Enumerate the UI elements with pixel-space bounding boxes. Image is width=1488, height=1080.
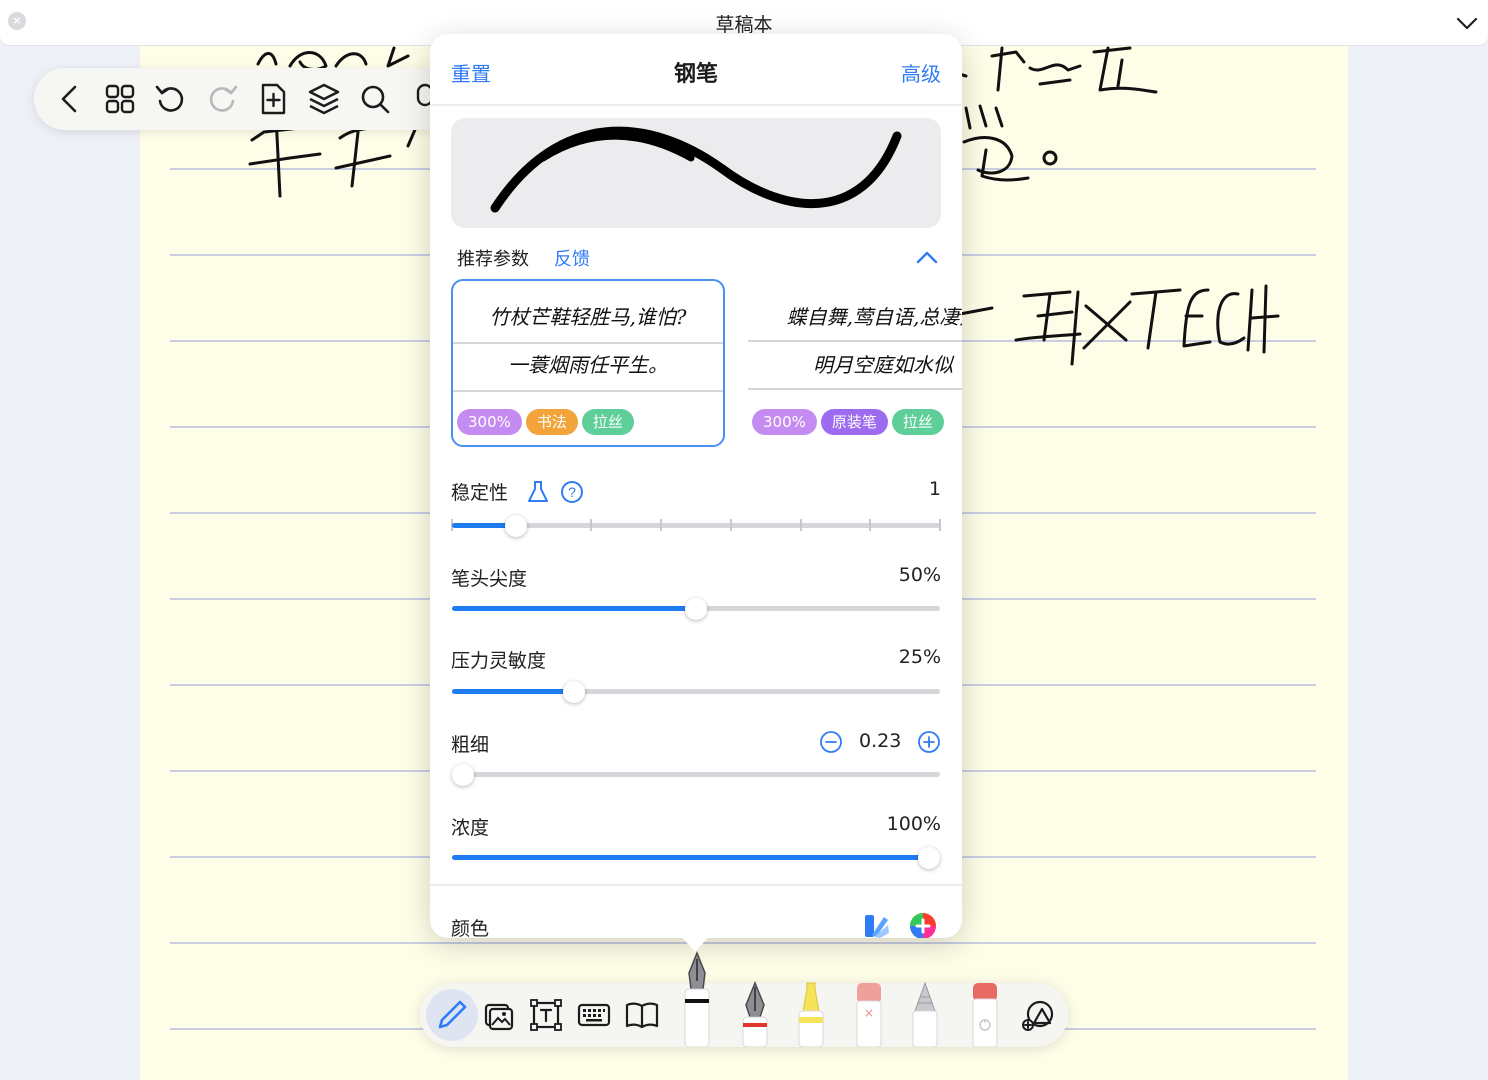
recommended-params-label: 推荐参数 [457,249,529,270]
thickness-value: 0.23 [859,730,902,752]
popover-header: 重置 钢笔 高级 [430,34,962,106]
grid-icon[interactable] [102,81,138,117]
thickness-knob[interactable] [452,764,474,786]
stability-value: 1 [928,478,941,500]
opacity-slider[interactable] [452,847,940,869]
tool-dock: × [420,951,1068,1047]
chevron-up-icon[interactable] [914,246,940,268]
stability-knob[interactable] [505,515,527,537]
help-icon[interactable]: ? [560,480,584,504]
fountain-pen-tool[interactable] [682,951,712,1047]
stroke-preview [451,118,941,228]
opacity-knob[interactable] [918,847,940,869]
pressure-sensitivity-value: 25% [898,646,941,668]
shapes-icon[interactable] [1018,995,1058,1035]
image-icon[interactable] [478,995,518,1035]
back-icon[interactable] [52,81,88,117]
pencil-tool[interactable] [910,981,940,1047]
undo-icon[interactable] [153,81,189,117]
increase-icon[interactable] [917,730,941,754]
thickness-slider[interactable] [452,764,940,786]
tip-sharpness-value: 50% [898,564,941,586]
color-wheel-icon[interactable] [908,911,938,938]
section-divider [430,884,962,886]
redo-icon[interactable] [204,81,240,117]
svg-text:?: ? [568,484,576,500]
pen-settings-popover: 重置 钢笔 高级 推荐参数 反馈 竹杖芒鞋轻胜马,谁怕? 一蓑烟雨任平生。 30… [430,34,962,938]
color-palette-icon[interactable] [862,911,890,938]
pen-title: 钢笔 [673,62,718,87]
preset-tags: 300% 原装笔 拉丝 [752,409,948,437]
pressure-sensitivity-fill [452,689,574,694]
stability-tick [730,519,732,531]
stability-tick [590,519,592,531]
preset-card-original[interactable]: 蝶自舞,莺自语,总凄然 明月空庭如水似 300% 原装笔 拉丝 [746,279,962,447]
svg-text:×: × [864,1006,874,1020]
stability-tick [869,519,871,531]
text-box-icon[interactable] [526,995,566,1035]
keyboard-icon[interactable] [574,995,614,1035]
preset-sample-line: 明月空庭如水似 [813,353,953,377]
preset-sample-line: 竹杖芒鞋轻胜马,谁怕? [489,305,687,329]
tip-sharpness-fill [452,606,696,611]
color-label: 颜色 [451,918,490,938]
stability-tick [660,519,662,531]
stability-tick [939,519,941,531]
stability-label: 稳定性 [451,482,509,504]
preset-card-calligraphy[interactable]: 竹杖芒鞋轻胜马,谁怕? 一蓑烟雨任平生。 300% 书法 拉丝 [451,279,725,447]
eraser-tool[interactable]: × [854,981,884,1047]
popover-pointer [679,934,711,952]
feedback-link[interactable]: 反馈 [554,245,590,271]
book-icon[interactable] [622,995,662,1035]
preset-sample-line: 蝶自舞,莺自语,总凄然 [786,305,962,329]
lasso-tool[interactable] [970,981,1000,1047]
pressure-sensitivity-slider[interactable] [452,681,940,703]
stability-tick [800,519,802,531]
highlighter-tool[interactable] [796,981,826,1047]
tip-sharpness-label: 笔头尖度 [451,568,528,590]
tip-sharpness-slider[interactable] [452,598,940,620]
opacity-value: 100% [886,813,941,835]
preset-tag: 300% [752,409,817,435]
thickness-label: 粗细 [451,734,490,756]
preset-tag: 300% [457,409,522,435]
layers-icon[interactable] [306,81,342,117]
preset-tag: 书法 [525,409,578,435]
advanced-button[interactable]: 高级 [901,58,941,87]
pressure-sensitivity-knob[interactable] [563,681,585,703]
decrease-icon[interactable] [819,730,843,754]
add-page-icon[interactable] [255,81,291,117]
preset-divider [748,340,962,342]
preset-tag: 原装笔 [820,409,888,435]
pen-mode-icon[interactable] [432,995,472,1035]
opacity-label: 浓度 [451,817,490,839]
calligraphy-pen-tool[interactable] [740,981,770,1047]
preset-divider [453,342,723,344]
preset-divider [748,388,962,390]
search-icon[interactable] [357,81,393,117]
preset-sample-line: 一蓑烟雨任平生。 [508,353,668,377]
preset-tag: 拉丝 [891,409,944,435]
stroke-preview-curve [490,126,902,213]
chevron-down-icon[interactable] [1454,10,1480,36]
top-toolbar [34,68,454,130]
opacity-fill [452,855,940,860]
window-title: 草稿本 [715,14,773,36]
stability-slider[interactable] [451,515,941,537]
preset-tag: 拉丝 [581,409,634,435]
preset-tags: 300% 书法 拉丝 [457,409,638,437]
pressure-sensitivity-label: 压力灵敏度 [451,650,547,672]
flask-icon[interactable] [526,480,550,504]
preset-divider [453,390,723,392]
tip-sharpness-knob[interactable] [685,598,707,620]
